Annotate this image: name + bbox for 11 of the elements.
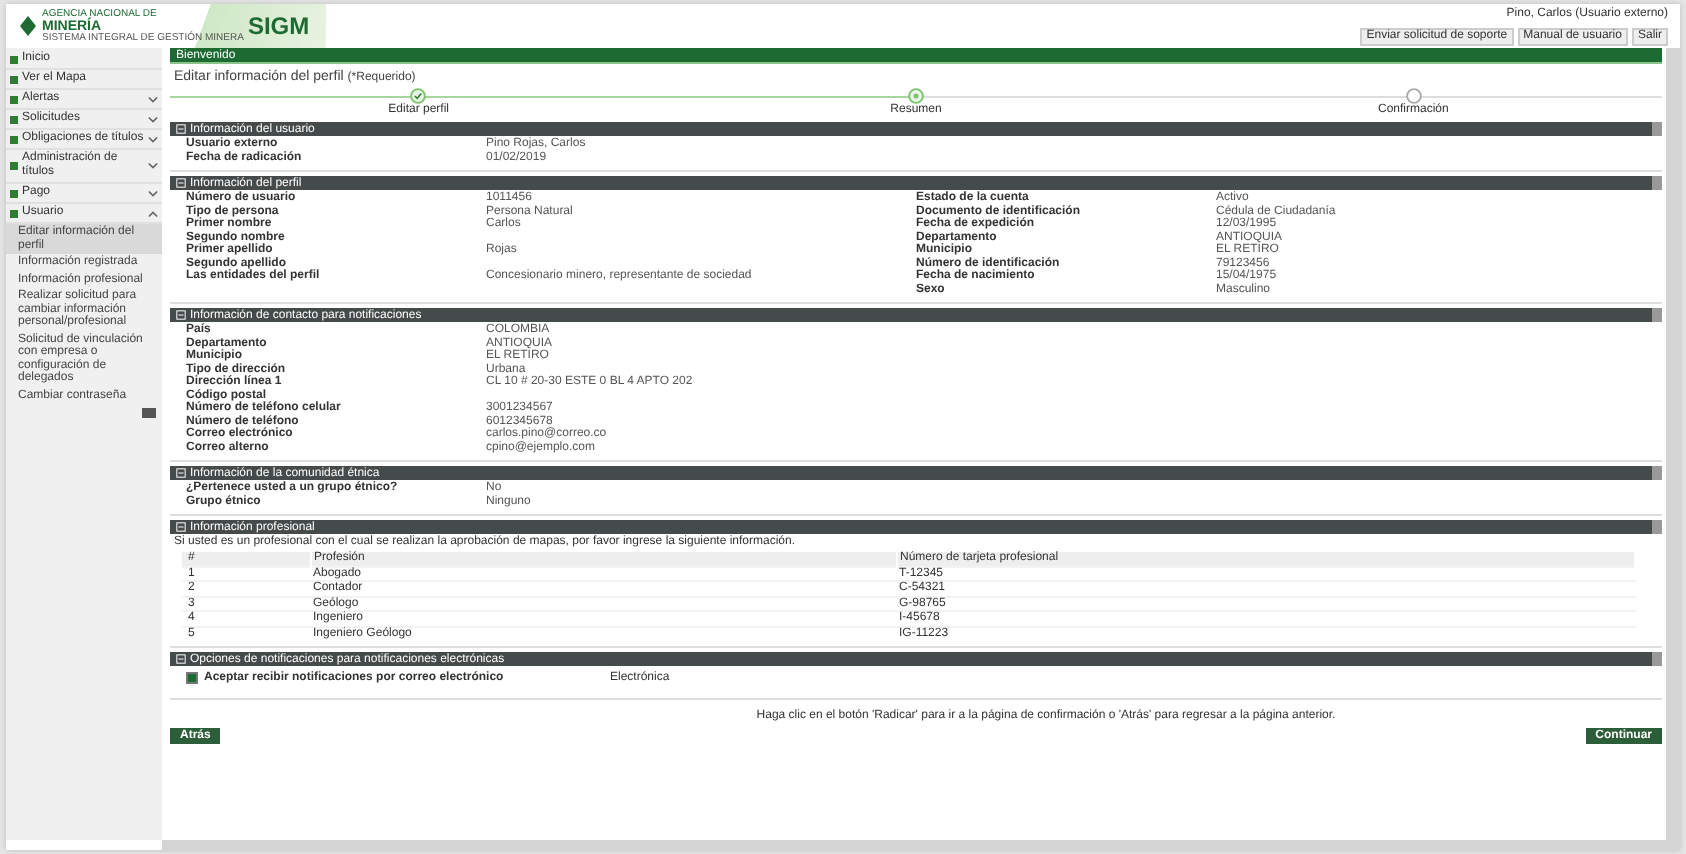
collapse-icon bbox=[176, 522, 186, 532]
collapse-icon bbox=[176, 468, 186, 478]
collapse-icon bbox=[176, 310, 186, 320]
logo-brand: SIGM bbox=[247, 12, 310, 40]
scrollbar[interactable] bbox=[1666, 48, 1680, 840]
collapse-icon bbox=[176, 124, 186, 134]
collapse-icon bbox=[176, 178, 186, 188]
checkbox[interactable] bbox=[186, 672, 198, 684]
scrollbar[interactable] bbox=[162, 840, 1680, 850]
collapse-icon bbox=[176, 654, 186, 664]
collapse-button[interactable] bbox=[142, 408, 156, 418]
